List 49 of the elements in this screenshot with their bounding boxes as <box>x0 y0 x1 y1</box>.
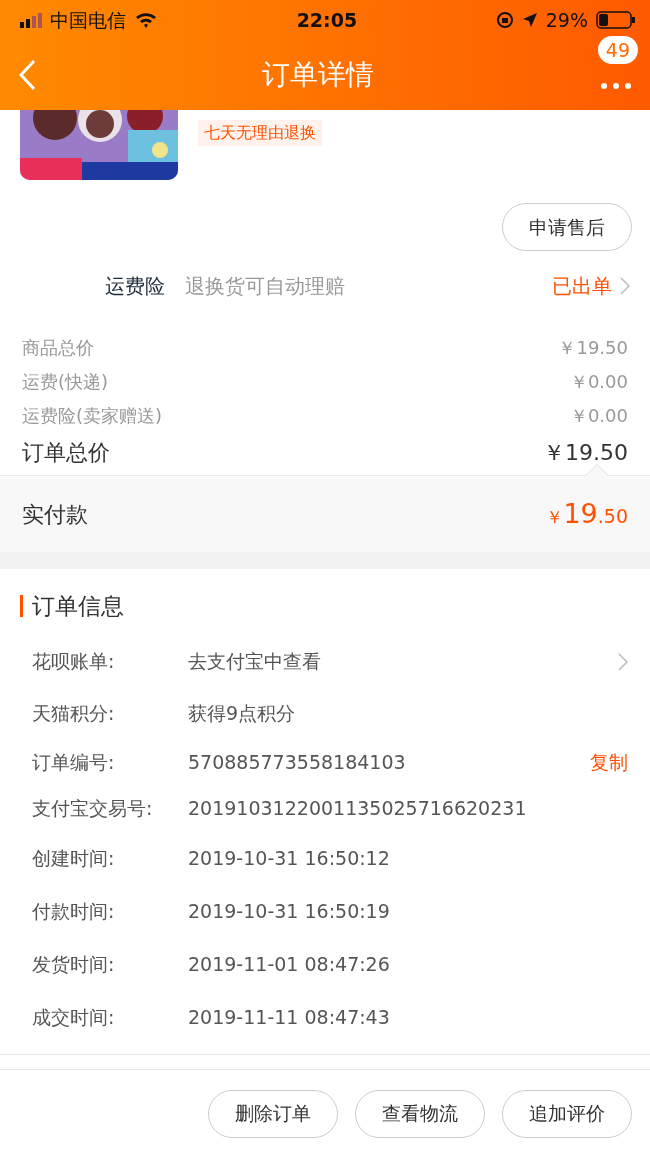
price-label: 运费险(卖家赠送) <box>22 404 163 428</box>
rotation-lock-icon <box>495 11 514 29</box>
info-value: 2019103122001135025716620231 <box>188 796 527 822</box>
message-count-badge: 49 <box>597 36 638 64</box>
info-label: 成交时间: <box>32 1004 116 1030</box>
carrier-name: 中国电信 <box>50 7 126 33</box>
price-label: 商品总价 <box>22 336 94 360</box>
price-label: 订单总价 <box>22 439 110 467</box>
section-title: 订单信息 <box>32 592 124 621</box>
after-sale-button[interactable]: 申请售后 <box>502 203 632 251</box>
info-value: 获得9点积分 <box>188 701 296 727</box>
signal-icon <box>20 12 42 28</box>
chevron-icon[interactable] <box>618 652 628 671</box>
info-label: 付款时间: <box>32 898 116 924</box>
paid-label: 实付款 <box>22 500 88 529</box>
info-label: 支付宝交易号: <box>32 796 154 822</box>
paid-amount: ￥19.50 <box>546 496 628 531</box>
battery-percent: 29% <box>545 7 588 33</box>
info-value: 570885773558184103 <box>188 750 406 776</box>
section-accent-bar <box>20 595 23 618</box>
price-label: 运费(快递) <box>22 370 109 394</box>
info-value: 2019-10-31 16:50:12 <box>188 845 390 871</box>
info-label: 天猫积分: <box>32 701 116 727</box>
return-policy-tag: 七天无理由退换 <box>198 120 322 146</box>
insurance-label: 运费险 <box>105 273 165 300</box>
order-action-button[interactable]: 删除订单 <box>208 1089 338 1138</box>
info-value: 2019-10-31 16:50:19 <box>188 898 390 924</box>
battery-icon <box>596 11 636 29</box>
info-label: 花呗账单: <box>32 649 116 675</box>
info-value: 2019-11-11 08:47:43 <box>188 1004 390 1030</box>
insurance-description: 退换货可自动理赔 <box>185 273 345 300</box>
info-label: 订单编号: <box>32 750 116 776</box>
info-label: 发货时间: <box>32 951 116 977</box>
page-title: 订单详情 <box>262 57 374 93</box>
price-value: ￥0.00 <box>569 404 628 428</box>
info-value: 2019-11-01 08:47:26 <box>188 951 390 977</box>
wifi-icon <box>134 11 158 29</box>
price-value: ￥19.50 <box>543 439 628 467</box>
info-value: 去支付宝中查看 <box>188 649 321 675</box>
back-icon[interactable] <box>18 59 36 91</box>
info-label: 创建时间: <box>32 845 116 871</box>
price-value: ￥19.50 <box>558 336 628 360</box>
chevron-icon <box>620 277 630 295</box>
price-value: ￥0.00 <box>569 370 628 394</box>
location-arrow-icon <box>521 12 538 28</box>
more-icon[interactable] <box>600 82 632 90</box>
order-action-button[interactable]: 追加评价 <box>502 1089 632 1138</box>
clock-time: 22:05 <box>296 7 358 33</box>
order-action-button[interactable]: 查看物流 <box>355 1089 485 1138</box>
